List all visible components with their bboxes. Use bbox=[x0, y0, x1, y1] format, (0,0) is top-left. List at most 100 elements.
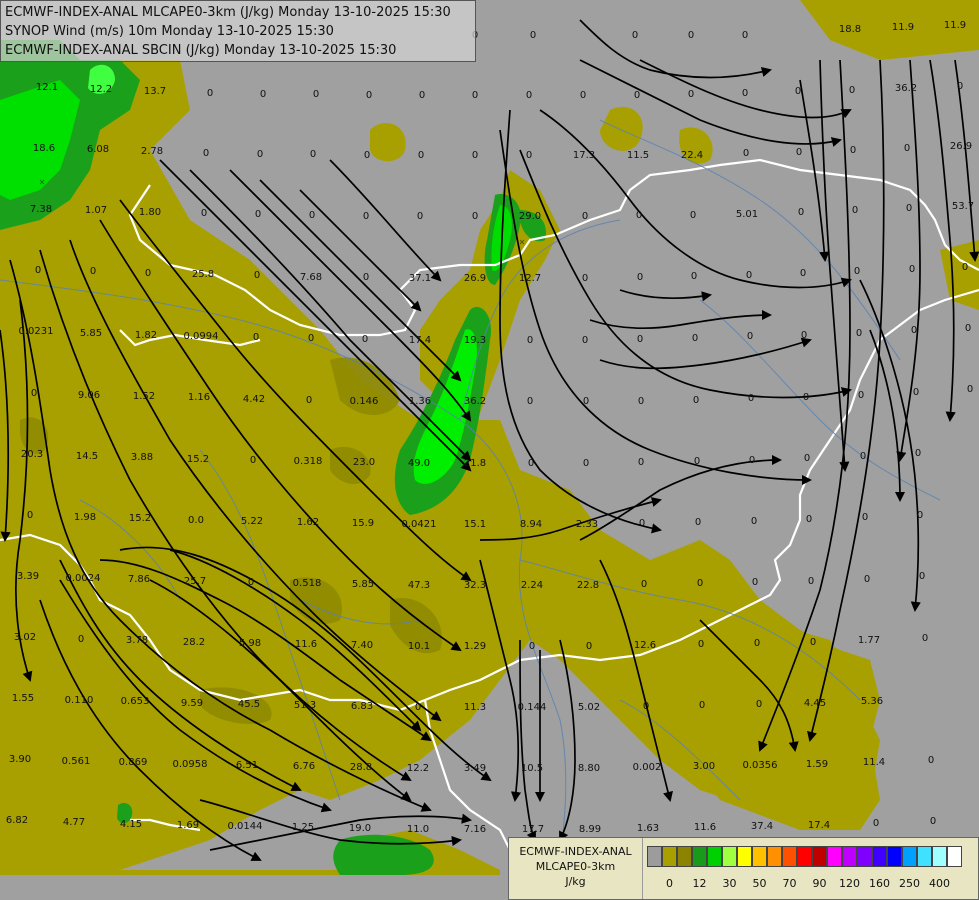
legend-swatch bbox=[842, 846, 857, 867]
cape-value-label: 0 bbox=[754, 638, 760, 649]
cape-value-label: 7.16 bbox=[464, 824, 486, 835]
cape-value-label: 0 bbox=[742, 30, 748, 41]
map-stage: 18.8 11.9 11.9 0 0 0 0 0 12.1 12.2 13.7 0 0 0 0 0 0 0 0 0 0 0… bbox=[0, 0, 979, 900]
cape-value-label: 0 bbox=[798, 207, 804, 218]
cape-value-label: 7.40 bbox=[351, 640, 373, 651]
cape-value-label: 1.29 bbox=[464, 641, 486, 652]
legend-parameter: MLCAPE0-3km bbox=[535, 860, 616, 873]
cape-value-label: 6.51 bbox=[236, 760, 258, 771]
cape-value-label: 0 bbox=[856, 328, 862, 339]
cape-value-label: 8.80 bbox=[578, 763, 600, 774]
legend-tick-label: 0 bbox=[666, 877, 673, 890]
cape-value-label: 3.39 bbox=[17, 571, 39, 582]
cape-value-label: 0 bbox=[850, 145, 856, 156]
legend-swatch bbox=[917, 846, 932, 867]
cape-value-label: 0 bbox=[638, 396, 644, 407]
legend-tick-label: 90 bbox=[812, 877, 827, 890]
cape-value-label: 0 bbox=[472, 211, 478, 222]
legend-swatch bbox=[782, 846, 797, 867]
cape-value-label: 49.0 bbox=[408, 458, 430, 469]
cape-value-label: 25.7 bbox=[184, 576, 206, 587]
cape-value-label: 0 bbox=[313, 89, 319, 100]
cape-value-label: 15.9 bbox=[352, 518, 374, 529]
cape-value-label: 0 bbox=[641, 579, 647, 590]
cape-value-label: 1.69 bbox=[177, 820, 199, 831]
cape-value-label: 36.2 bbox=[464, 396, 486, 407]
cape-value-label: 11.6 bbox=[694, 822, 716, 833]
cape-value-label: 0 bbox=[638, 457, 644, 468]
legend-swatch bbox=[887, 846, 902, 867]
cape-value-label: 11.3 bbox=[464, 702, 486, 713]
cape-value-label: 0 bbox=[742, 88, 748, 99]
cape-value-label: 0 bbox=[254, 270, 260, 281]
legend-swatch bbox=[722, 846, 737, 867]
cape-value-label: 0 bbox=[527, 396, 533, 407]
cape-value-label: 12.1 bbox=[36, 82, 58, 93]
cape-value-label: 36.2 bbox=[895, 83, 917, 94]
cape-value-label: 0 bbox=[751, 516, 757, 527]
cape-value-label: 2.33 bbox=[576, 519, 598, 530]
cape-value-label: 3.00 bbox=[693, 761, 715, 772]
cape-value-label: 11.0 bbox=[407, 824, 429, 835]
cape-value-label: 7.86 bbox=[128, 574, 150, 585]
cape-value-label: 10.5 bbox=[521, 763, 543, 774]
cape-value-label: 0 bbox=[692, 333, 698, 344]
cape-value-label: 26.9 bbox=[464, 273, 486, 284]
cape-value-label: 0 bbox=[472, 150, 478, 161]
cape-value-label: 0 bbox=[922, 633, 928, 644]
legend-swatch bbox=[692, 846, 707, 867]
legend-tick-label: 250 bbox=[899, 877, 920, 890]
cape-value-label: 5.02 bbox=[578, 702, 600, 713]
cape-value-label: 0 bbox=[919, 571, 925, 582]
cape-value-label: 3.90 bbox=[9, 754, 31, 765]
cape-value-label: 0 bbox=[582, 335, 588, 346]
cape-value-label: 0.0231 bbox=[19, 326, 54, 337]
cape-value-label: 6.83 bbox=[351, 701, 373, 712]
title-line-cape: ECMWF-INDEX-ANAL MLCAPE0-3km (J/kg) Mond… bbox=[5, 5, 451, 20]
cape-value-label: 3.78 bbox=[126, 635, 148, 646]
cape-value-label: 51.3 bbox=[294, 700, 316, 711]
cape-value-label: 0 bbox=[415, 702, 421, 713]
cape-value-label: 0.0144 bbox=[228, 821, 263, 832]
cape-value-label: 5.22 bbox=[241, 516, 263, 527]
cape-value-label: 11.9 bbox=[944, 20, 966, 31]
cape-value-label: 4.77 bbox=[63, 817, 85, 828]
legend-swatch bbox=[707, 846, 722, 867]
cape-value-label: 0.518 bbox=[293, 578, 322, 589]
cape-value-label: 0 bbox=[145, 268, 151, 279]
cape-value-label: 12.2 bbox=[407, 763, 429, 774]
cape-value-label: 1.82 bbox=[135, 330, 157, 341]
cape-value-label: 0 bbox=[917, 510, 923, 521]
weather-map[interactable]: 18.8 11.9 11.9 0 0 0 0 0 12.1 12.2 13.7 0 0 0 0 0 0 0 0 0 0 0… bbox=[0, 0, 979, 900]
cape-value-label: 1.62 bbox=[297, 517, 319, 528]
cape-value-label: 17.4 bbox=[808, 820, 830, 831]
legend-swatch bbox=[662, 846, 677, 867]
cape-value-label: 0 bbox=[253, 332, 259, 343]
cape-value-label: 3.49 bbox=[464, 763, 486, 774]
cape-value-label: 1.98 bbox=[74, 512, 96, 523]
cape-value-label: 6.76 bbox=[293, 761, 315, 772]
cape-value-label: 0 bbox=[257, 149, 263, 160]
cape-value-label: 0.869 bbox=[119, 757, 148, 768]
cape-value-label: 0 bbox=[957, 81, 963, 92]
cape-value-label: 7.38 bbox=[30, 204, 52, 215]
legend-swatch bbox=[827, 846, 842, 867]
cape-value-label: 26.9 bbox=[950, 141, 972, 152]
cape-value-label: 11.9 bbox=[892, 22, 914, 33]
cape-value-label: 0 bbox=[694, 456, 700, 467]
cape-value-label: 0.0356 bbox=[743, 760, 778, 771]
cape-value-label: 1.55 bbox=[12, 693, 34, 704]
cape-value-label: 0.561 bbox=[62, 756, 91, 767]
cape-value-label: 0 bbox=[911, 325, 917, 336]
cape-value-label: 0 bbox=[526, 150, 532, 161]
cape-value-label: 0 bbox=[873, 818, 879, 829]
cape-value-label: 0 bbox=[582, 211, 588, 222]
cape-value-label: 0 bbox=[864, 574, 870, 585]
cape-value-label: 19.0 bbox=[349, 823, 371, 834]
cape-value-label: 0 bbox=[965, 323, 971, 334]
cape-value-label: 0 bbox=[586, 641, 592, 652]
cape-value-label: 4.45 bbox=[804, 698, 826, 709]
cape-value-label: 5.85 bbox=[80, 328, 102, 339]
cape-value-label: 20.3 bbox=[21, 449, 43, 460]
legend-tick-label: 12 bbox=[692, 877, 707, 890]
